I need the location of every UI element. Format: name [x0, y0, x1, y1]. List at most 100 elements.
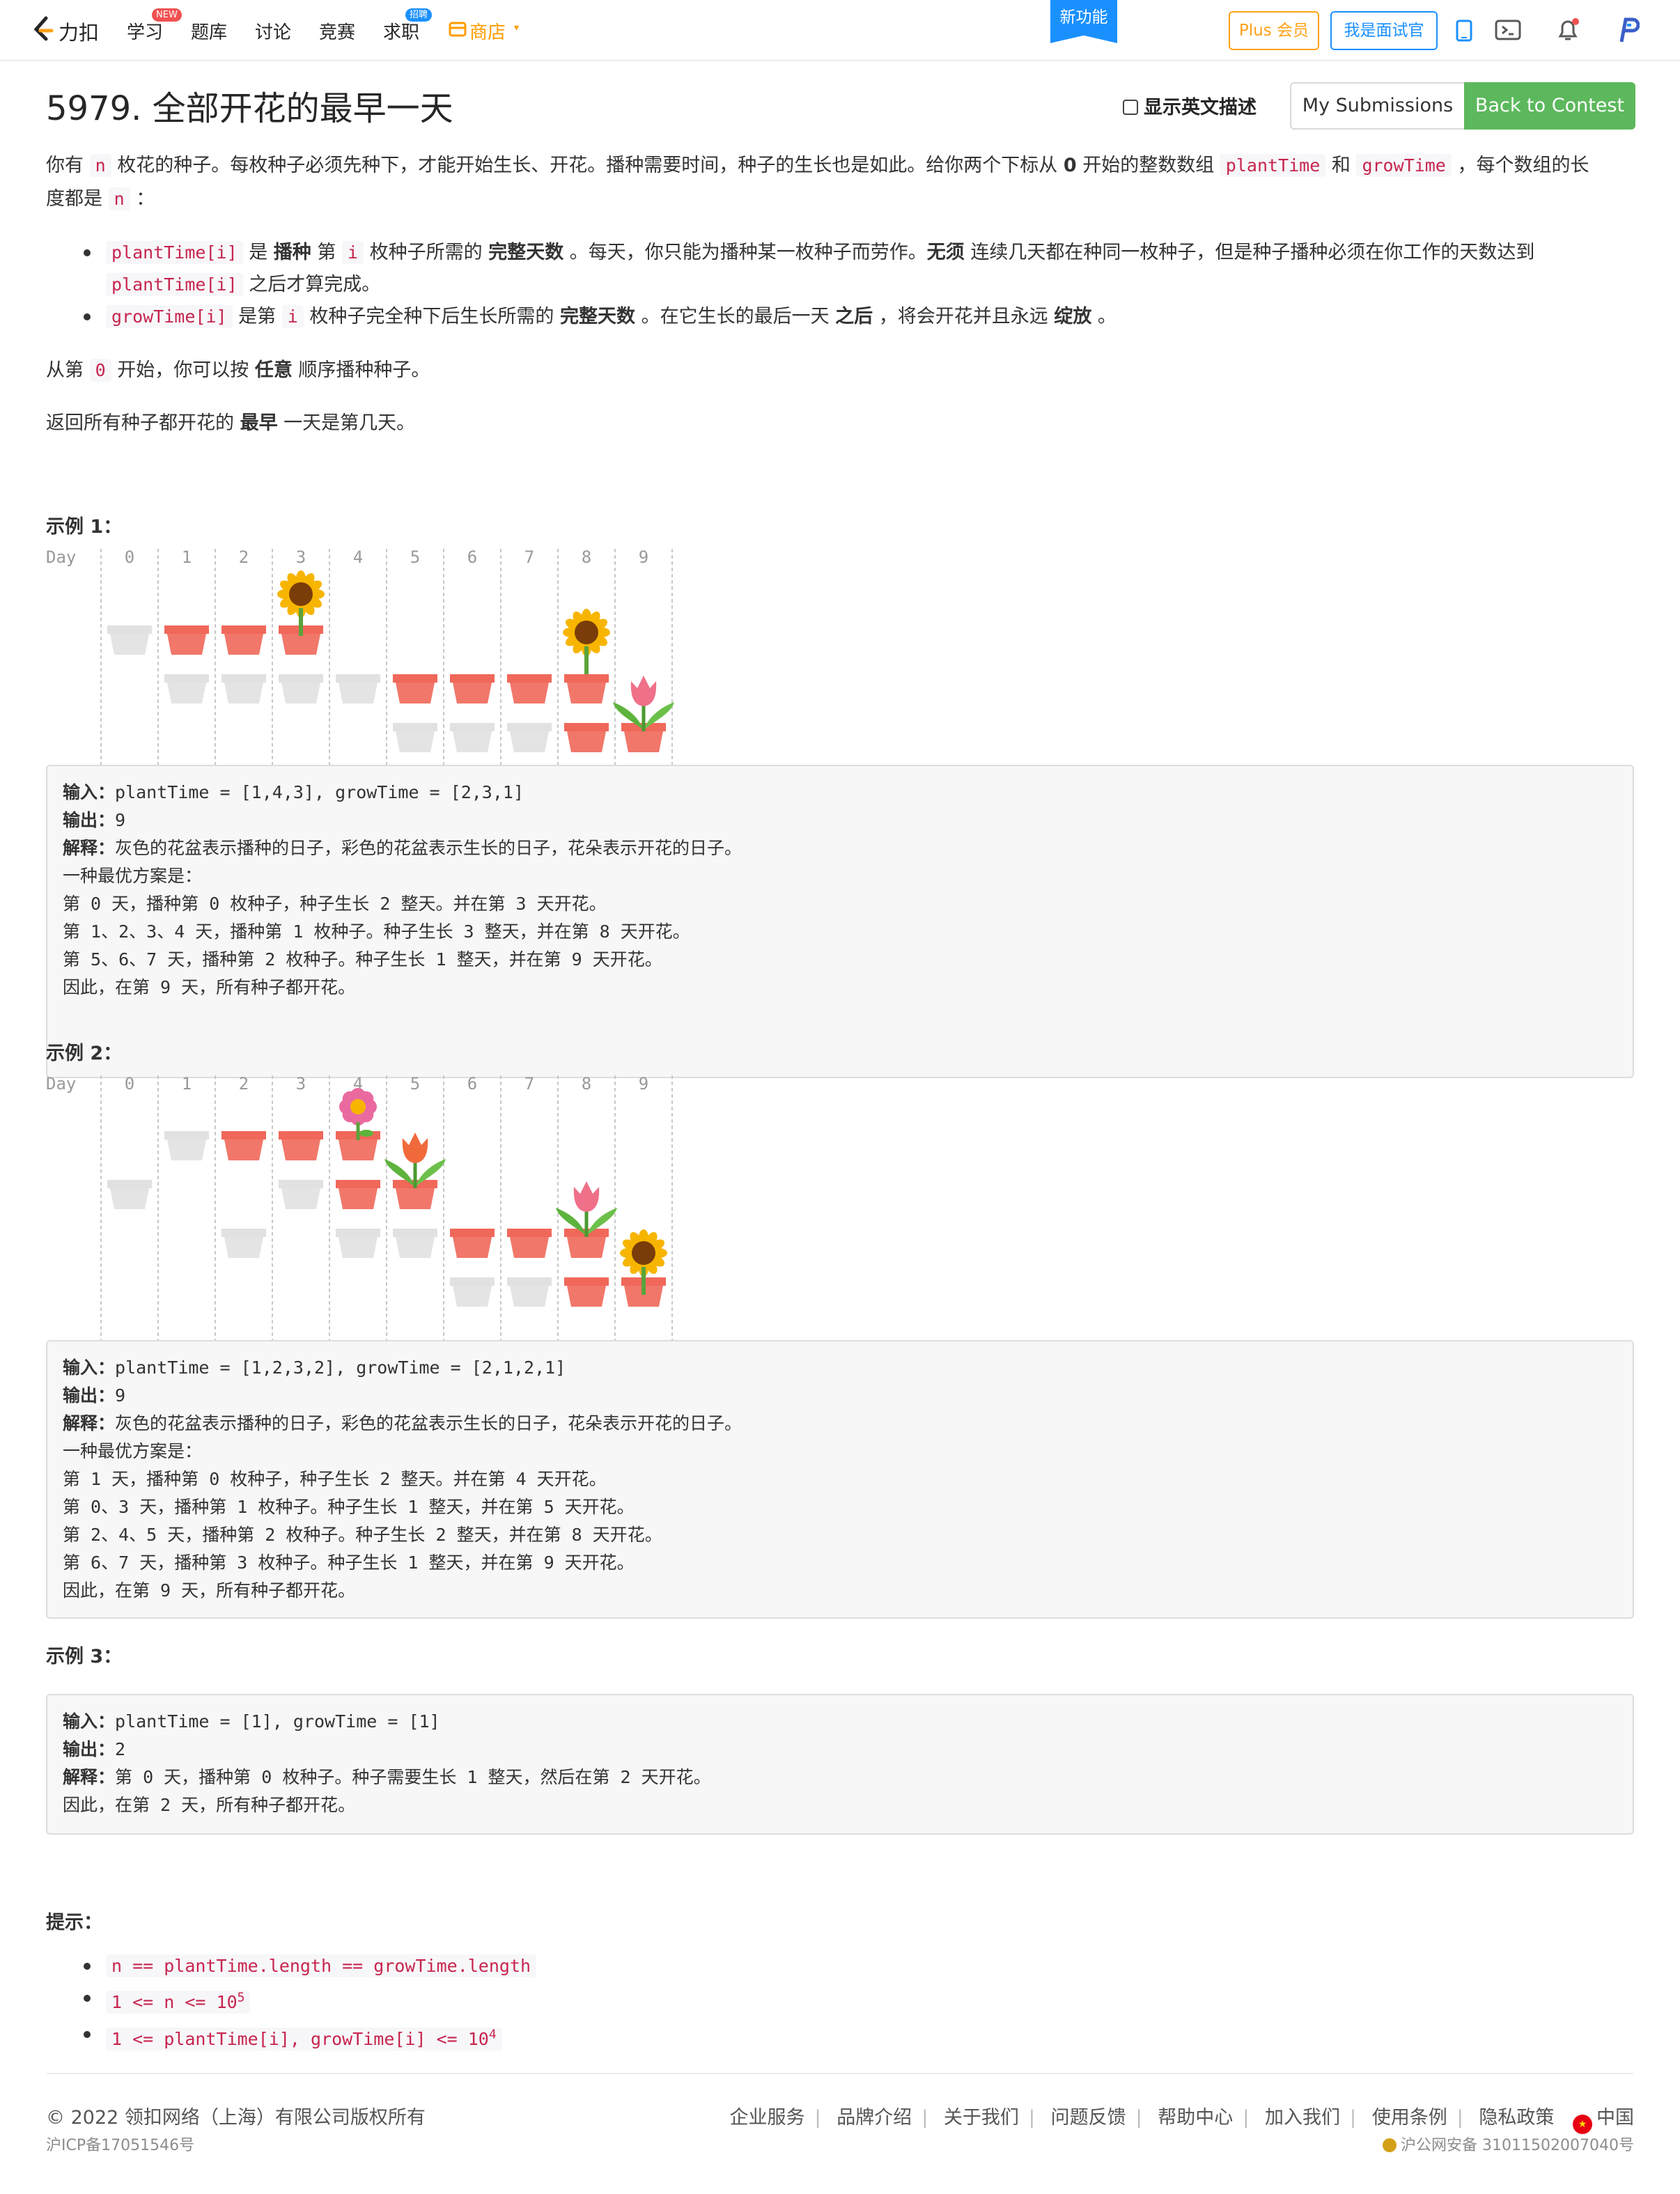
example-3-code-block: 输入：plantTime = [1], growTime = [1] 输出：2 …: [46, 1694, 1634, 1835]
pot: [450, 674, 495, 703]
day-tick-label: 6: [467, 1075, 477, 1094]
nav-item-contest[interactable]: 竞赛: [319, 18, 355, 44]
example-1-code-block: 输入：plantTime = [1,4,3], growTime = [2,3,…: [46, 765, 1634, 1078]
interviewer-button[interactable]: 我是面试官: [1330, 11, 1438, 50]
list-item: plantTime[i] 是 播种 第 i 枚种子所需的 完整天数 。每天，你只…: [46, 237, 1634, 301]
day-tick-label: 2: [239, 1075, 249, 1094]
shop-icon: [449, 22, 467, 37]
pot: [336, 674, 380, 703]
day-tick-label: 2: [239, 549, 249, 567]
day-tick-label: 8: [582, 549, 591, 567]
region-selector[interactable]: 中国: [1596, 2107, 1634, 2129]
icp-link[interactable]: 沪ICP备17051546号: [46, 2133, 194, 2155]
footer-link-feedback[interactable]: 问题反馈: [1051, 2107, 1126, 2129]
police-record[interactable]: 沪公网安备 31011502007040号: [1383, 2133, 1634, 2155]
plus-member-button[interactable]: Plus 会员: [1229, 11, 1319, 50]
pot: [564, 723, 609, 752]
pot: [279, 674, 323, 703]
china-flag-icon: ★: [1573, 2115, 1592, 2134]
footer-link-enterprise[interactable]: 企业服务: [729, 2107, 804, 2129]
day-tick-label: 0: [125, 1075, 134, 1094]
nav-item-discuss[interactable]: 讨论: [255, 18, 291, 44]
top-navbar: 力扣 学习 NEW 题库 讨论 竞赛 求职 招聘 商店 ▾ 新功能 Plus 会…: [0, 0, 1680, 61]
pot: [450, 723, 495, 752]
list-item: n == plantTime.length == growTime.length: [46, 1950, 537, 1982]
day-tick-label: 0: [125, 549, 134, 567]
back-to-contest-button[interactable]: Back to Contest: [1464, 82, 1635, 130]
example-2-title: 示例 2：: [46, 1043, 123, 1064]
nav-item-learn[interactable]: 学习: [127, 18, 163, 44]
footer-link-careers[interactable]: 加入我们: [1265, 2107, 1340, 2129]
leetcode-logo-icon[interactable]: [31, 15, 54, 43]
logo-text[interactable]: 力扣: [59, 17, 99, 46]
example-2-diagram: Day 0 1 2 3 4 5 6 7 8 9: [46, 1075, 673, 1340]
footer-link-terms[interactable]: 使用条例: [1372, 2107, 1447, 2129]
pot: [279, 1131, 323, 1160]
pot: [336, 1229, 380, 1258]
pot: [221, 1131, 266, 1160]
example-2-code-block: 输入：plantTime = [1,2,3,2], growTime = [2,…: [46, 1340, 1634, 1619]
list-item: 1 <= n <= 105: [46, 1982, 536, 2018]
my-submissions-button[interactable]: My Submissions: [1290, 82, 1464, 130]
show-english-label: 显示英文描述: [1144, 97, 1257, 118]
new-badge: NEW: [152, 8, 182, 22]
day-tick-label: 3: [296, 549, 306, 567]
day-tick-label: 1: [182, 549, 192, 567]
description-paragraph-4: 返回所有种子都开花的 最早 一天是第几天。: [46, 412, 416, 434]
pot: [393, 674, 437, 703]
pot: [507, 723, 552, 752]
footer-link-about[interactable]: 关于我们: [944, 2107, 1019, 2129]
footer-link-privacy[interactable]: 隐私政策: [1479, 2107, 1554, 2129]
pot: [107, 625, 152, 655]
description-paragraph-3: 从第 0 开始，你可以按 任意 顺序播种种子。: [46, 359, 430, 382]
show-english-checkbox[interactable]: [1123, 100, 1138, 115]
day-tick-label: 6: [467, 549, 477, 567]
new-feature-ribbon[interactable]: 新功能: [1050, 0, 1117, 43]
description-list: plantTime[i] 是 播种 第 i 枚种子所需的 完整天数 。每天，你只…: [46, 237, 1634, 333]
pot: [450, 1229, 495, 1258]
notification-bell-icon[interactable]: [1555, 17, 1581, 43]
list-item: growTime[i] 是第 i 枚种子完全种下后生长所需的 完整天数 。在它生…: [46, 301, 1634, 333]
nav-item-shop[interactable]: 商店: [469, 18, 506, 44]
example-1-title: 示例 1：: [46, 516, 123, 538]
pot: [221, 625, 266, 655]
day-tick-label: 7: [524, 1075, 534, 1094]
footer-links: 企业服务 | 品牌介绍 | 关于我们 | 问题反馈 | 帮助中心 | 加入我们 | 使用条例…: [729, 2102, 1634, 2134]
pot: [164, 674, 209, 703]
pot: [164, 625, 209, 655]
day-axis-label: Day: [46, 1075, 76, 1094]
hints-title: 提示：: [46, 1912, 102, 1934]
playground-icon[interactable]: [1495, 20, 1523, 42]
pot: [507, 1277, 552, 1307]
pot: [393, 723, 437, 752]
pot: [564, 674, 609, 703]
nav-item-problems[interactable]: 题库: [191, 18, 227, 44]
hire-badge: 招聘: [405, 8, 433, 22]
description-paragraph-1: 你有 n 枚花的种子。每枚种子必须先种下，才能开始生长、开花。播种需要时间，种子…: [46, 154, 1589, 210]
pot: [279, 1180, 323, 1209]
footer-link-brand[interactable]: 品牌介绍: [837, 2107, 912, 2129]
sunflower-icon: [563, 609, 610, 674]
day-tick-label: 1: [182, 1075, 192, 1094]
day-axis-label: Day: [46, 549, 76, 567]
problem-title: 5979. 全部开花的最早一天: [46, 89, 453, 128]
page-footer: © 2022 领扣网络（上海）有限公司版权所有 沪ICP备17051546号 企…: [46, 2073, 1634, 2177]
nav-item-jobs[interactable]: 求职: [383, 18, 419, 44]
pot: [450, 1277, 495, 1307]
day-tick-label: 3: [296, 1075, 306, 1094]
example-3-title: 示例 3：: [46, 1646, 123, 1667]
pot: [507, 1229, 552, 1258]
day-tick-label: 8: [582, 1075, 591, 1094]
day-tick-label: 4: [353, 549, 363, 567]
show-english-toggle[interactable]: 显示英文描述: [1123, 92, 1257, 119]
day-tick-label: 9: [639, 1075, 648, 1094]
shop-dropdown-chevron-icon[interactable]: ▾: [514, 22, 519, 33]
pot: [336, 1180, 380, 1209]
pot: [221, 1229, 266, 1258]
pot: [107, 1180, 152, 1209]
user-avatar-icon[interactable]: [1615, 17, 1640, 45]
day-tick-label: 7: [524, 549, 534, 567]
day-tick-label: 9: [639, 549, 648, 567]
mobile-app-icon[interactable]: [1456, 20, 1472, 42]
footer-link-help[interactable]: 帮助中心: [1158, 2107, 1233, 2129]
